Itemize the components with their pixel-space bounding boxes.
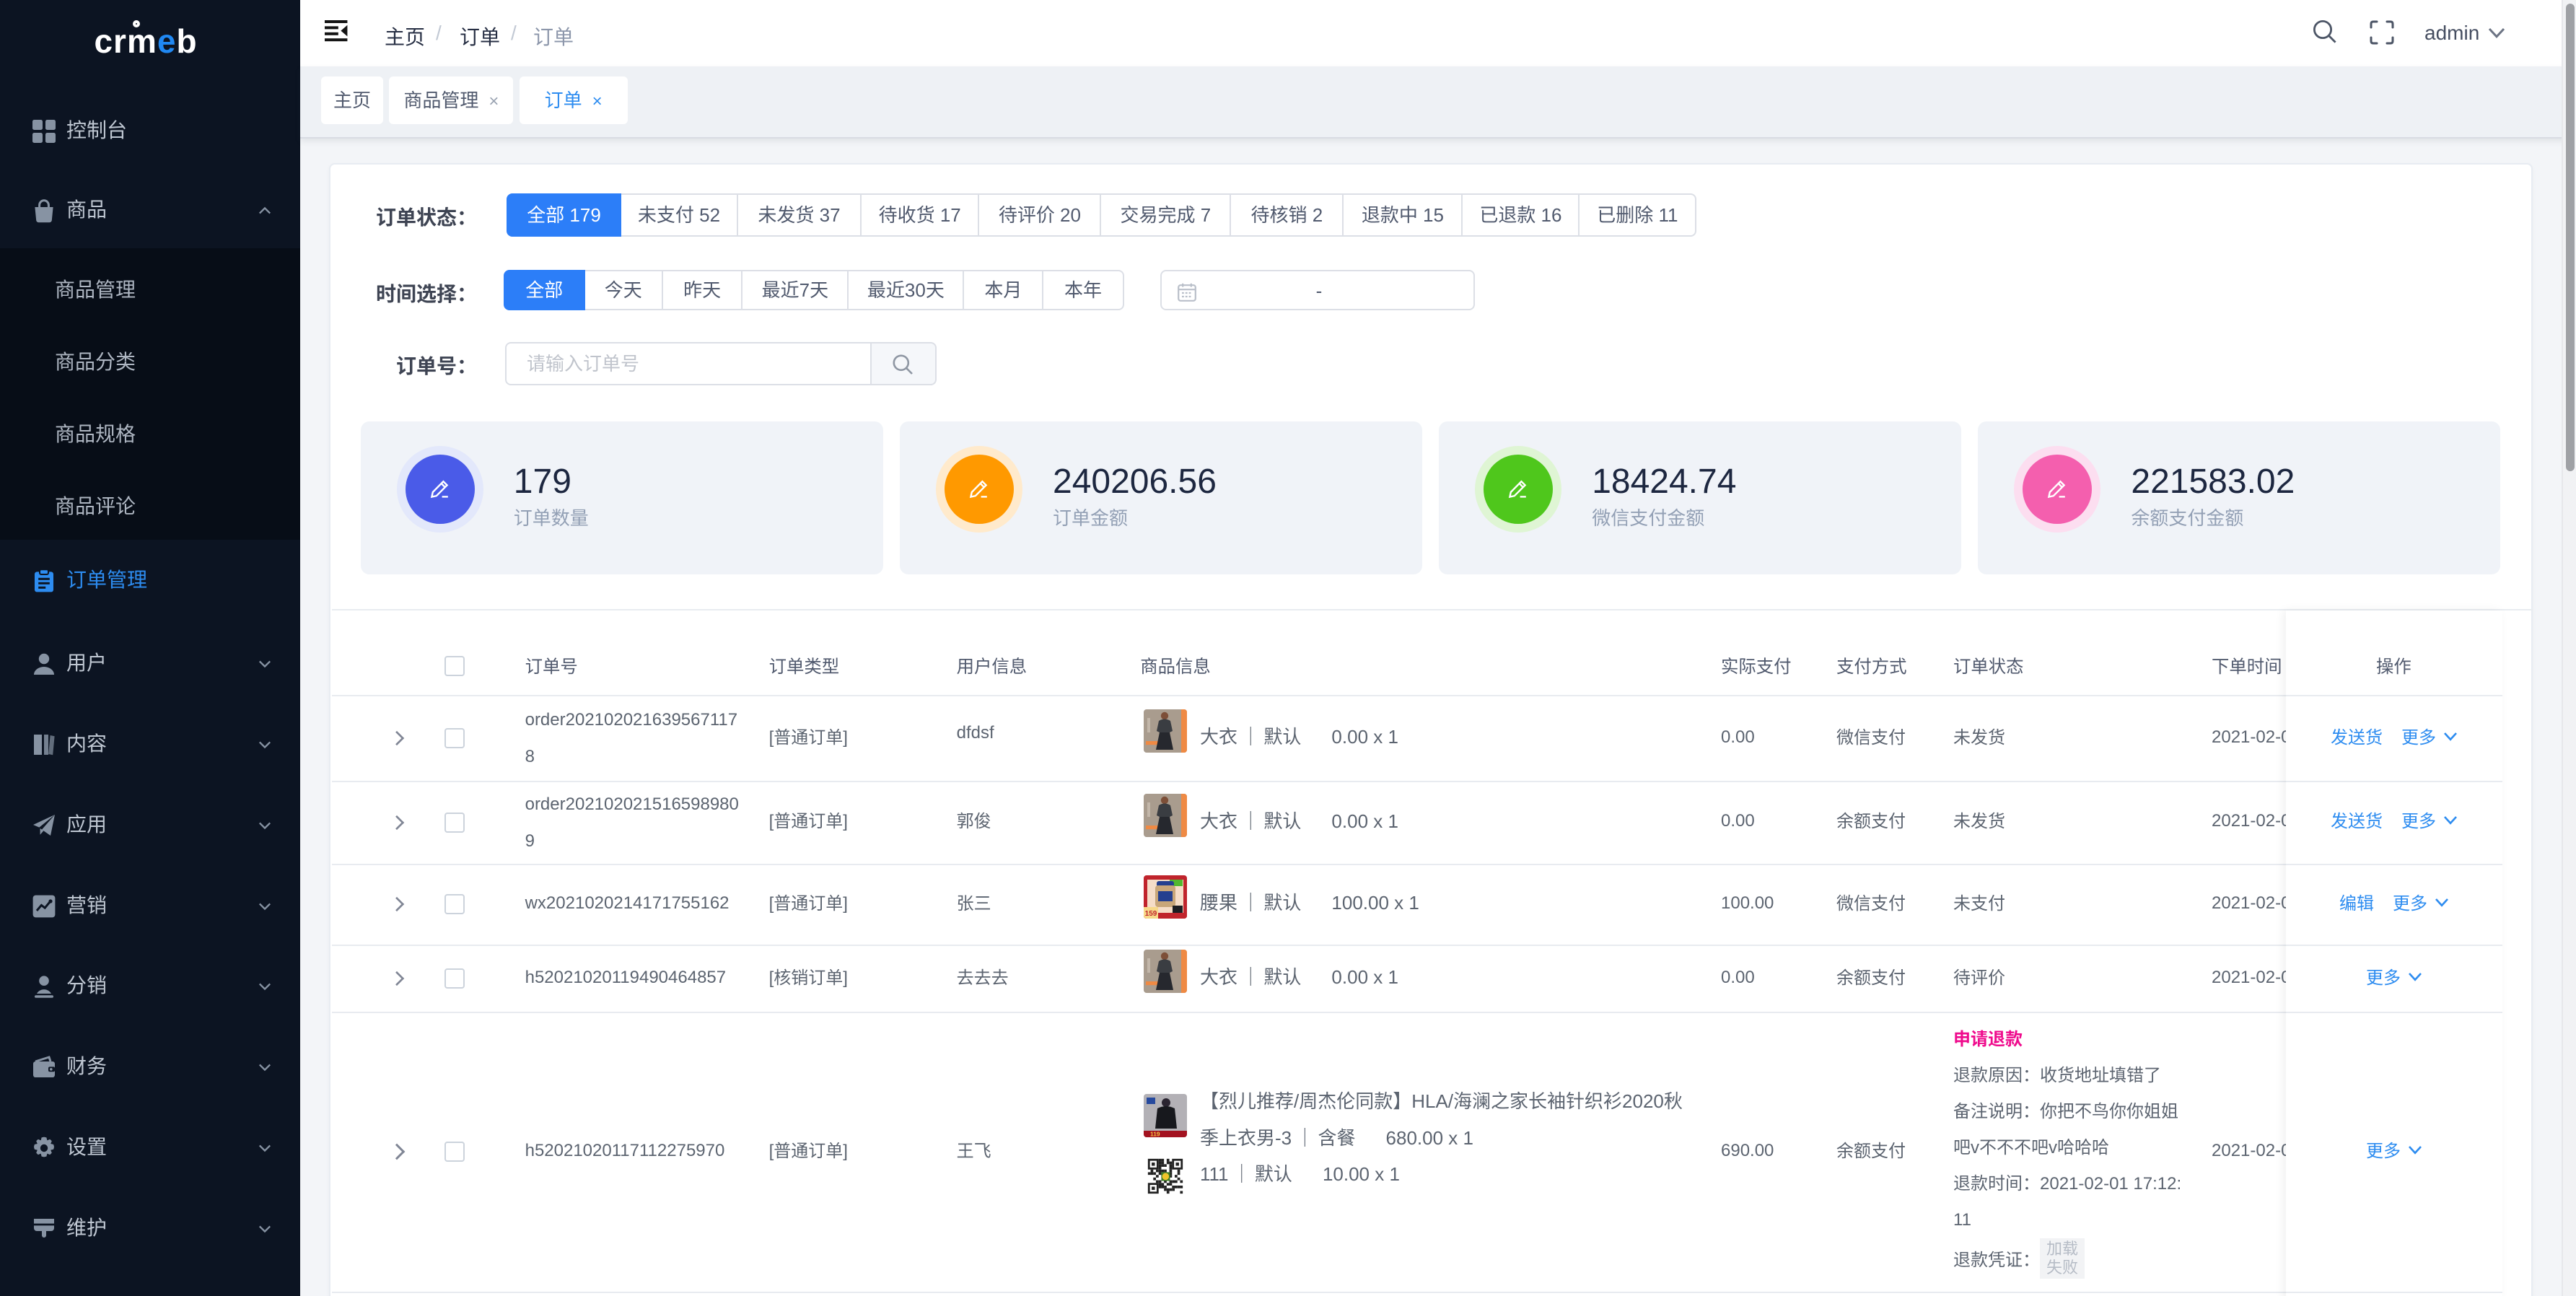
svg-text:119: 119 xyxy=(1150,1131,1160,1137)
svg-text:159: 159 xyxy=(1145,910,1157,918)
